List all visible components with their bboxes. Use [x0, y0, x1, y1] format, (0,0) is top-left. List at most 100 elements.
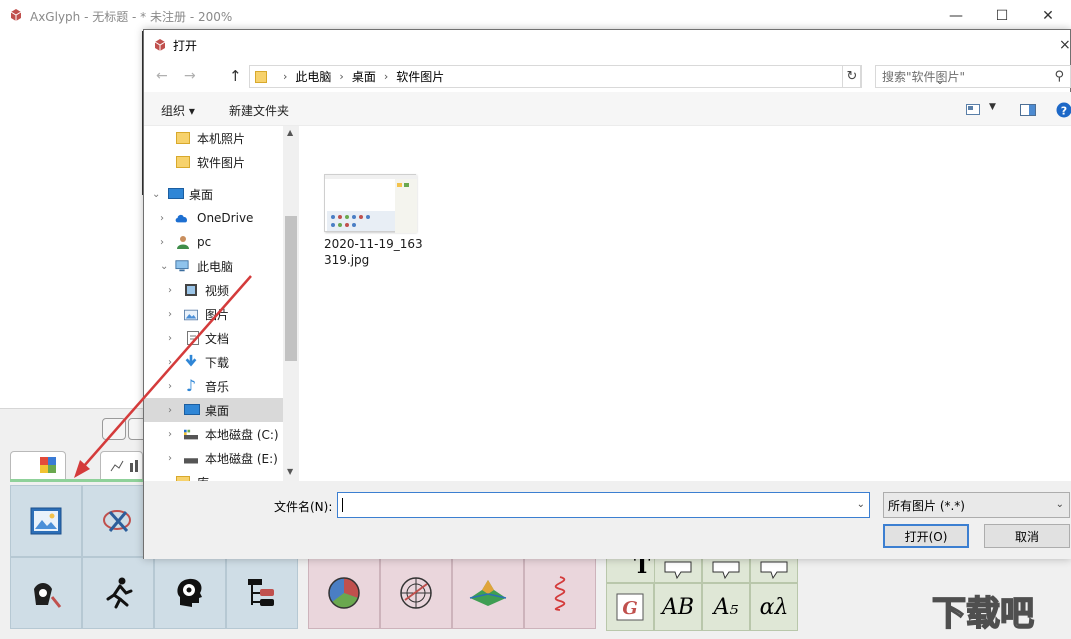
help-icon[interactable]: ? [1056, 102, 1071, 118]
chevron-right-icon[interactable]: › [160, 237, 164, 248]
breadcrumb-item[interactable]: 软件图片 [396, 68, 444, 85]
nav-item[interactable]: 库 [144, 470, 283, 481]
chevron-right-icon[interactable]: › [168, 405, 172, 416]
drawing-canvas[interactable] [0, 31, 143, 195]
new-folder-button[interactable]: 新建文件夹 [229, 102, 289, 119]
file-thumbnail[interactable] [324, 174, 417, 233]
search-input[interactable]: 搜索"软件图片" ⚲ [875, 65, 1071, 88]
chevron-right-icon[interactable]: › [168, 357, 172, 368]
chevron-down-icon[interactable]: ⌄ [160, 261, 168, 272]
nav-item[interactable]: › pc [144, 230, 283, 254]
chevron-right-icon[interactable]: › [168, 333, 172, 344]
chevron-down-icon[interactable]: ⌄ [857, 499, 865, 510]
insert-image-tool[interactable] [10, 485, 82, 557]
math-text-tool[interactable]: AB [654, 583, 702, 631]
back-button[interactable]: ← [156, 68, 168, 84]
greek-symbol-tool[interactable]: αλ [750, 583, 798, 631]
chevron-right-icon[interactable]: › [168, 309, 172, 320]
nav-item-label: 音乐 [205, 379, 230, 394]
user-icon [177, 236, 189, 249]
pie-chart-icon [328, 577, 360, 609]
filename-label: 文件名(N): [274, 500, 333, 514]
pie-chart-tool[interactable] [308, 557, 380, 629]
open-button[interactable]: 打开(O) [883, 524, 969, 548]
view-dropdown-icon[interactable]: ▼ [989, 102, 996, 112]
minimize-button[interactable]: — [933, 0, 979, 31]
toolbox-mini-button[interactable] [102, 418, 126, 440]
text-caret [342, 498, 343, 512]
view-options-icon[interactable] [966, 104, 980, 115]
nav-scrollbar[interactable]: ▲ ▼ [283, 126, 299, 481]
chevron-right-icon[interactable]: › [168, 381, 172, 392]
nav-item-label: 本地磁盘 (C:) [205, 427, 279, 442]
up-button[interactable]: ↑ [229, 67, 242, 85]
scrollbar-thumb[interactable] [285, 216, 297, 361]
nav-item[interactable]: › ♪ 音乐 [144, 374, 283, 398]
nav-item[interactable]: › OneDrive [144, 206, 283, 230]
nav-item[interactable]: › 本地磁盘 (C:) [144, 422, 283, 446]
organize-button[interactable]: 组织 ▾ [161, 102, 195, 119]
tool-tile[interactable] [154, 557, 226, 629]
close-button[interactable]: ✕ [1025, 0, 1071, 31]
cancel-button[interactable]: 取消 [984, 524, 1070, 548]
helix-plot-tool[interactable] [524, 557, 596, 629]
breadcrumb-item[interactable]: 桌面 [352, 68, 376, 85]
nav-item-label: 桌面 [205, 403, 230, 418]
nav-item-label: 本机照片 [197, 131, 246, 146]
nav-item-label: 此电脑 [197, 259, 234, 274]
tab-image[interactable] [10, 451, 66, 479]
callout-icon [760, 561, 788, 579]
nav-item-selected[interactable]: › 桌面 [144, 398, 283, 422]
nav-item[interactable]: › 图片 [144, 302, 283, 326]
chevron-right-icon[interactable]: › [168, 453, 172, 464]
chevron-right-icon[interactable]: › [160, 213, 164, 224]
file-name-label[interactable]: 2020-11-19_163319.jpg [324, 236, 424, 268]
desktop-icon [184, 404, 200, 415]
tool-tile[interactable] [82, 557, 154, 629]
nav-item[interactable]: › 本地磁盘 (E:) [144, 446, 283, 470]
preview-pane-icon[interactable] [1020, 104, 1036, 116]
file-type-select[interactable]: 所有图片 (*.*) ⌄ [883, 492, 1070, 518]
svg-text:G: G [622, 598, 637, 619]
refresh-button[interactable]: ↻ [842, 65, 862, 88]
nav-item[interactable]: 本机照片 [144, 126, 283, 150]
nav-item[interactable]: ⌄ 桌面 [144, 182, 283, 206]
maximize-button[interactable]: ☐ [979, 0, 1025, 31]
nav-item[interactable]: 软件图片 [144, 150, 283, 174]
boxed-symbol-tool[interactable]: G [606, 583, 654, 631]
chevron-right-icon: › [339, 70, 344, 83]
subscript-tile-label: A₅ [713, 594, 739, 620]
tool-tile[interactable] [226, 557, 298, 629]
polar-chart-tool[interactable] [380, 557, 452, 629]
dialog-titlebar: 打开 × [144, 30, 1071, 60]
nav-item[interactable]: ⌄ 此电脑 [144, 254, 283, 278]
breadcrumb-item[interactable]: 此电脑 [295, 68, 331, 85]
nav-item[interactable]: › 文档 [144, 326, 283, 350]
chevron-down-icon[interactable]: ⌄ [152, 189, 160, 200]
nav-item[interactable]: › 视频 [144, 278, 283, 302]
chevron-right-icon: › [383, 70, 389, 83]
callout-tool[interactable] [750, 557, 798, 583]
callout-tool[interactable] [654, 557, 702, 583]
surface-plot-tool[interactable] [452, 557, 524, 629]
forward-button[interactable]: → [184, 68, 196, 84]
callout-tool[interactable] [702, 557, 750, 583]
nav-item[interactable]: › 下载 [144, 350, 283, 374]
watermark-graphic: 下载吧 [931, 593, 1035, 633]
subscript-tool[interactable]: A₅ [702, 583, 750, 631]
address-bar[interactable]: › 此电脑 › 桌面 › 软件图片 ⌄ [249, 65, 944, 88]
watermark-logo: 下载吧 [930, 588, 1060, 634]
app-title: AxGlyph - 无标题 - * 未注册 - 200% [30, 10, 233, 24]
scroll-up-icon[interactable]: ▲ [287, 128, 293, 137]
tool-tile[interactable] [10, 557, 82, 629]
nav-item-label: OneDrive [197, 211, 254, 225]
tab-chart[interactable] [100, 451, 143, 479]
chevron-right-icon[interactable]: › [168, 285, 172, 296]
scroll-down-icon[interactable]: ▼ [287, 467, 293, 476]
chevron-right-icon[interactable]: › [168, 429, 172, 440]
dialog-close-button[interactable]: × [1059, 30, 1071, 60]
cloud-icon [175, 214, 188, 223]
callout-icon [664, 561, 692, 579]
filename-input[interactable]: ⌄ [337, 492, 870, 518]
image-icon [30, 507, 62, 535]
